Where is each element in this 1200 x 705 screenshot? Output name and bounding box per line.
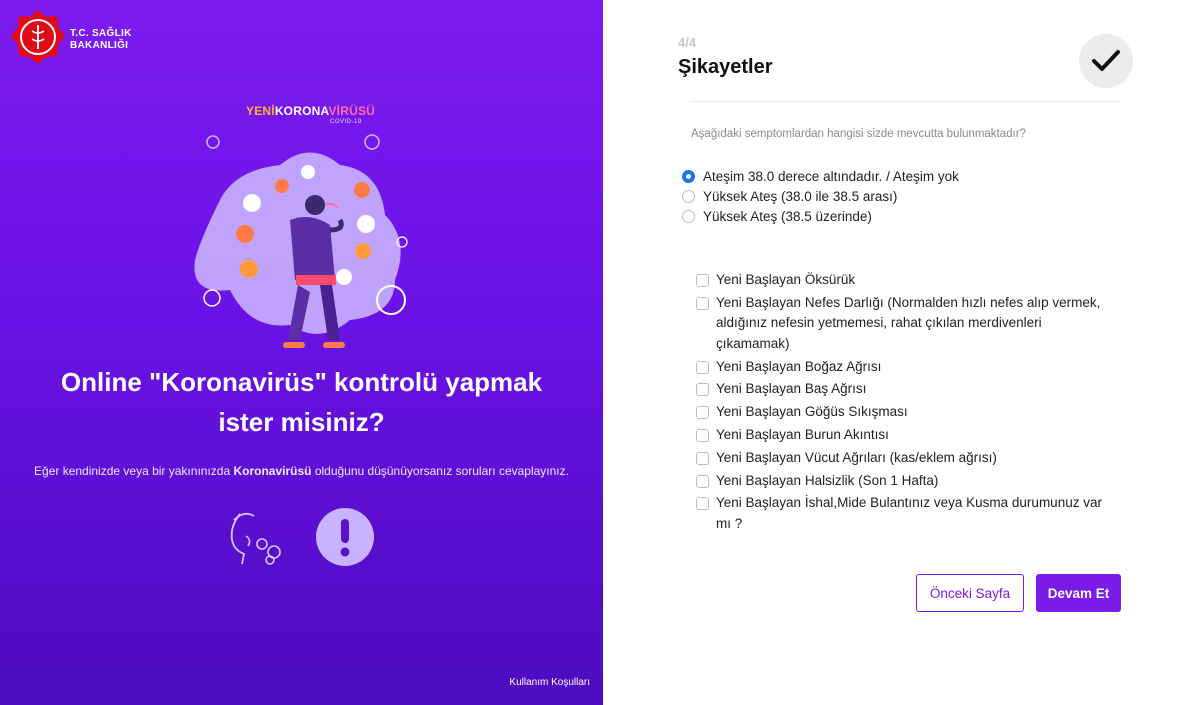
fever-option-moderate[interactable]: Yüksek Ateş (38.0 ile 38.5 arası) (682, 186, 959, 206)
checkbox[interactable] (696, 428, 709, 442)
campaign-brand: YENİKORONAVİRÜSÜ (246, 104, 376, 118)
checkmark-icon (1092, 50, 1120, 71)
exclamation-icon (316, 508, 374, 566)
ministry-name: T.C. SAĞLIK BAKANLIĞI (70, 28, 132, 51)
symptom-body-aches[interactable]: Yeni Başlayan Vücut Ağrıları (kas/eklem … (696, 448, 1106, 469)
info-panel: T.C. SAĞLIK BAKANLIĞI YENİKORONAVİRÜSÜ C… (0, 0, 603, 705)
previous-page-button[interactable]: Önceki Sayfa (916, 574, 1024, 612)
continue-button[interactable]: Devam Et (1036, 574, 1121, 612)
symptom-headache[interactable]: Yeni Başlayan Baş Ağrısı (696, 379, 1106, 400)
radio-button[interactable] (682, 209, 695, 223)
step-indicator: 4/4 (678, 35, 697, 50)
checkbox[interactable] (696, 383, 709, 397)
checkbox[interactable] (696, 406, 709, 420)
question-text: Aşağıdaki semptomlardan hangisi sizde me… (691, 128, 1026, 140)
symptom-checklist: Yeni Başlayan Öksürük Yeni Başlayan Nefe… (696, 270, 1106, 537)
symptom-sore-throat[interactable]: Yeni Başlayan Boğaz Ağrısı (696, 357, 1106, 378)
checkbox[interactable] (696, 360, 709, 374)
symptom-digestive[interactable]: Yeni Başlayan İshal,Mide Bulantınız veya… (696, 493, 1106, 534)
divider (690, 101, 1120, 102)
fever-option-high[interactable]: Yüksek Ateş (38.5 üzerinde) (682, 206, 959, 226)
campaign-brand-sub: COVID-19 (330, 119, 362, 125)
form-panel: 4/4 Şikayetler Aşağıdaki semptomlardan h… (603, 0, 1200, 705)
terms-link[interactable]: Kullanım Koşulları (509, 677, 590, 688)
checkbox[interactable] (696, 497, 709, 511)
symptom-chest-tightness[interactable]: Yeni Başlayan Göğüs Sıkışması (696, 402, 1106, 423)
step-complete-badge (1079, 34, 1133, 88)
coughing-person-illustration (194, 134, 408, 348)
symptom-runny-nose[interactable]: Yeni Başlayan Burun Akıntısı (696, 425, 1106, 446)
headline: Online "Koronavirüs" kontrolü yapmak ist… (60, 367, 543, 437)
checkbox[interactable] (696, 274, 709, 287)
intro-text: Eğer kendinizde veya bir yakınınızda Kor… (34, 464, 569, 478)
radio-button[interactable] (682, 169, 695, 183)
fever-radio-group: Ateşim 38.0 derece altındadır. / Ateşim … (682, 166, 959, 226)
radio-button[interactable] (682, 189, 695, 203)
page-title: Şikayetler (678, 56, 773, 78)
ministry-logo (11, 10, 65, 64)
symptom-shortness-of-breath[interactable]: Yeni Başlayan Nefes Darlığı (Normalden h… (696, 293, 1106, 355)
coughing-face-icon (230, 512, 281, 565)
checkbox[interactable] (696, 296, 709, 310)
symptom-fatigue[interactable]: Yeni Başlayan Halsizlik (Son 1 Hafta) (696, 471, 1106, 492)
fever-option-none[interactable]: Ateşim 38.0 derece altındadır. / Ateşim … (682, 166, 959, 186)
checkbox[interactable] (696, 451, 709, 465)
symptom-cough[interactable]: Yeni Başlayan Öksürük (696, 270, 1106, 291)
checkbox[interactable] (696, 474, 709, 488)
